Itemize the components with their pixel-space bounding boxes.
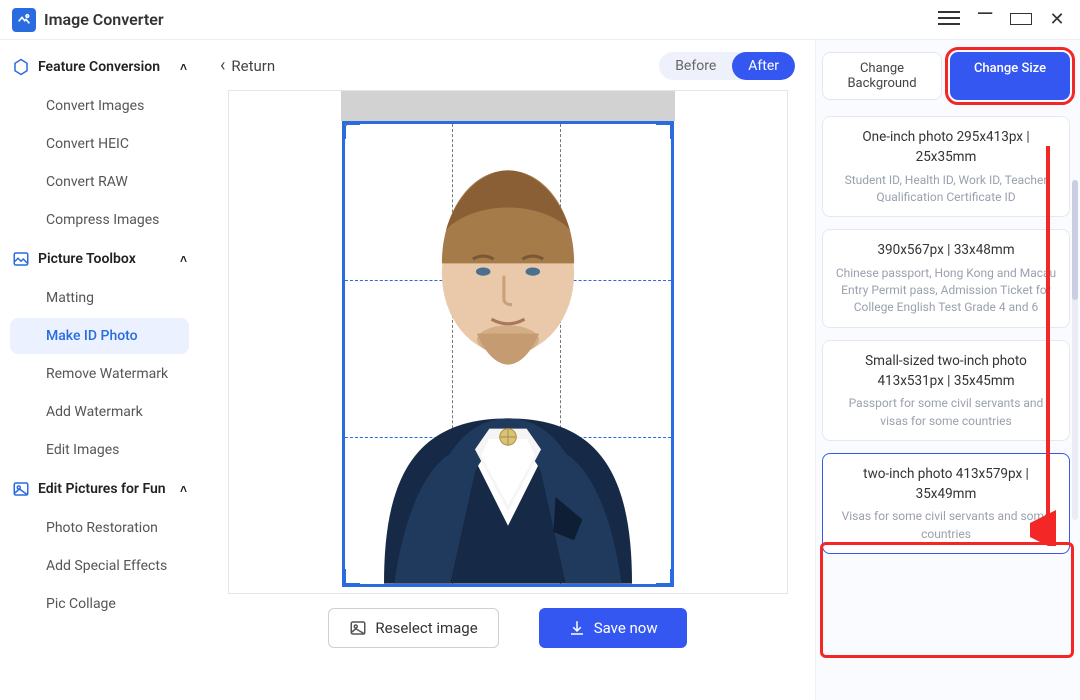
annotation-highlight: [820, 542, 1074, 658]
sidebar-section-label: Edit Pictures for Fun: [38, 481, 166, 497]
sidebar-section-picture-toolbox[interactable]: Picture Toolbox ˄: [4, 240, 195, 278]
minimize-icon[interactable]: —: [974, 2, 996, 27]
app-title: Image Converter: [44, 10, 164, 29]
sidebar-section-label: Feature Conversion: [38, 59, 160, 75]
option-title: two-inch photo 413x579px | 35x49mm: [835, 464, 1057, 505]
chevron-left-icon: ‹: [220, 57, 225, 75]
canvas-host: [228, 90, 788, 594]
hexagon-icon: [12, 58, 30, 76]
option-desc: Chinese passport, Hong Kong and Macau En…: [835, 265, 1057, 317]
maximize-icon[interactable]: [1010, 10, 1032, 29]
toggle-after[interactable]: After: [732, 52, 795, 80]
sidebar-item-edit-images[interactable]: Edit Images: [10, 432, 189, 468]
close-icon[interactable]: ✕: [1046, 9, 1068, 30]
option-desc: Visas for some civil servants and some c…: [835, 508, 1057, 543]
sidebar-item-make-id-photo[interactable]: Make ID Photo: [10, 318, 189, 354]
action-bar: Reselect image Save now: [220, 608, 795, 648]
sidebar-item-convert-heic[interactable]: Convert HEIC: [10, 126, 189, 162]
picture-icon: [12, 480, 30, 498]
size-option-selected[interactable]: two-inch photo 413x579px | 35x49mm Visas…: [822, 453, 1070, 554]
toggle-before[interactable]: Before: [659, 52, 732, 80]
save-label: Save now: [594, 619, 658, 637]
portrait-image: [353, 129, 663, 584]
sidebar-item-add-watermark[interactable]: Add Watermark: [10, 394, 189, 430]
sidebar-item-pic-collage[interactable]: Pic Collage: [10, 586, 189, 622]
change-background-button[interactable]: Change Background: [822, 52, 942, 100]
return-link[interactable]: ‹ Return: [220, 57, 275, 75]
sidebar-item-compress-images[interactable]: Compress Images: [10, 202, 189, 238]
right-panel: Change Background Change Size One-inch p…: [815, 40, 1080, 700]
crop-handle-br[interactable]: [656, 569, 674, 587]
size-option[interactable]: 390x567px | 33x48mm Chinese passport, Ho…: [822, 229, 1070, 327]
sidebar-item-remove-watermark[interactable]: Remove Watermark: [10, 356, 189, 392]
before-after-toggle: Before After: [659, 52, 795, 80]
picture-icon: [12, 250, 30, 268]
main-canvas-area: ‹ Return Before After: [200, 40, 815, 700]
scrollbar[interactable]: [1072, 180, 1078, 520]
change-bg-label: Change Background: [847, 61, 916, 91]
option-title: Small-sized two-inch photo 413x531px | 3…: [835, 351, 1057, 392]
app-logo-icon: [12, 8, 36, 32]
option-desc: Student ID, Health ID, Work ID, Teacher …: [835, 172, 1057, 207]
option-desc: Passport for some civil servants and vis…: [835, 395, 1057, 430]
reselect-label: Reselect image: [375, 619, 477, 637]
crop-handle-tr[interactable]: [656, 121, 674, 139]
change-size-label: Change Size: [974, 61, 1046, 76]
chevron-up-icon: ˄: [180, 252, 187, 266]
sidebar-item-convert-raw[interactable]: Convert RAW: [10, 164, 189, 200]
scrollbar-thumb[interactable]: [1072, 180, 1078, 300]
sidebar-item-convert-images[interactable]: Convert Images: [10, 88, 189, 124]
image-icon: [349, 619, 367, 637]
sidebar-section-edit-fun[interactable]: Edit Pictures for Fun ˄: [4, 470, 195, 508]
return-label: Return: [231, 57, 275, 75]
change-size-button[interactable]: Change Size: [950, 52, 1070, 100]
option-title: One-inch photo 295x413px | 25x35mm: [835, 127, 1057, 168]
size-option[interactable]: Small-sized two-inch photo 413x531px | 3…: [822, 340, 1070, 441]
chevron-up-icon: ˄: [180, 60, 187, 74]
crop-handle-bl[interactable]: [342, 569, 360, 587]
sidebar-section-label: Picture Toolbox: [38, 251, 136, 267]
titlebar: Image Converter — ✕: [0, 0, 1080, 40]
sidebar-section-feature-conversion[interactable]: Feature Conversion ˄: [4, 48, 195, 86]
size-option-list: One-inch photo 295x413px | 25x35mm Stude…: [822, 116, 1070, 554]
crop-frame[interactable]: [342, 121, 674, 587]
size-option[interactable]: One-inch photo 295x413px | 25x35mm Stude…: [822, 116, 1070, 217]
option-title: 390x567px | 33x48mm: [835, 240, 1057, 260]
sidebar-item-photo-restoration[interactable]: Photo Restoration: [10, 510, 189, 546]
reselect-image-button[interactable]: Reselect image: [328, 608, 498, 648]
crop-handle-tl[interactable]: [342, 121, 360, 139]
save-now-button[interactable]: Save now: [539, 608, 687, 648]
download-icon: [568, 619, 586, 637]
sidebar-item-matting[interactable]: Matting: [10, 280, 189, 316]
sidebar: Feature Conversion ˄ Convert Images Conv…: [0, 40, 200, 700]
chevron-up-icon: ˄: [180, 482, 187, 496]
sidebar-item-add-special-effects[interactable]: Add Special Effects: [10, 548, 189, 584]
canvas-margin: [341, 91, 675, 121]
menu-icon[interactable]: [938, 10, 960, 29]
